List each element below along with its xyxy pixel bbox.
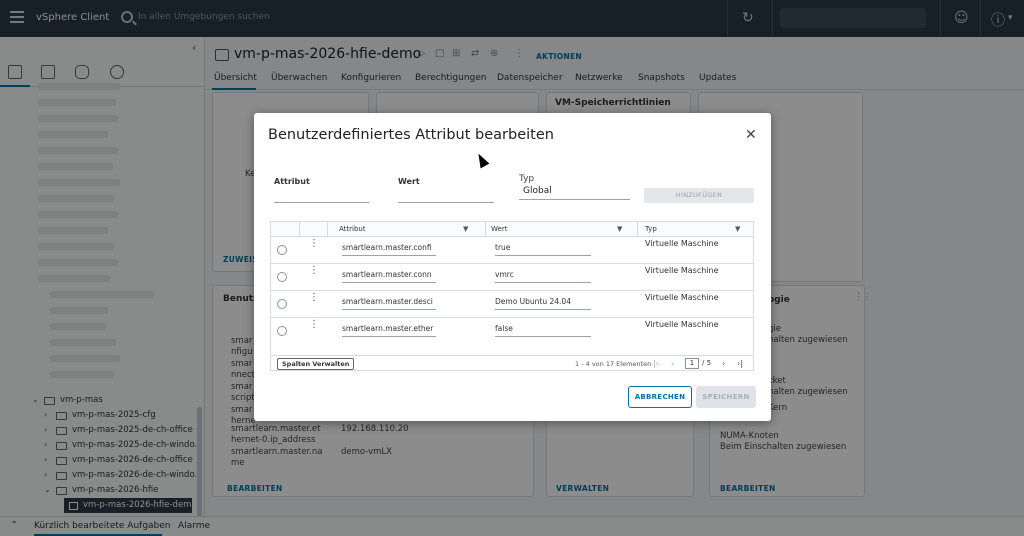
filter-icon[interactable]: ▼	[735, 225, 740, 233]
page-number-input[interactable]: 1	[685, 358, 699, 369]
column-divider	[299, 222, 300, 237]
value-input[interactable]	[398, 202, 494, 203]
row-value-field[interactable]: vmrc	[495, 270, 591, 283]
column-header-attribute[interactable]: Attribut	[339, 225, 366, 233]
filter-icon[interactable]: ▼	[617, 225, 622, 233]
column-header-type[interactable]: Typ	[645, 225, 657, 233]
row-value-field[interactable]: true	[495, 243, 591, 256]
row-value-field[interactable]: false	[495, 324, 591, 337]
dialog-title: Benutzerdefiniertes Attribut bearbeiten	[268, 127, 554, 143]
row-radio[interactable]	[277, 272, 287, 282]
type-select[interactable]	[519, 199, 630, 200]
value-label: Wert	[398, 177, 420, 186]
edit-custom-attribute-dialog: Benutzerdefiniertes Attribut bearbeiten …	[254, 113, 771, 421]
next-page-icon[interactable]: ›	[722, 359, 725, 368]
add-button[interactable]: HINZUFÜGEN	[644, 188, 754, 203]
row-type: Virtuelle Maschine	[645, 320, 719, 329]
grid-header: Attribut ▼ Wert ▼ Typ ▼	[271, 222, 753, 237]
column-divider	[327, 222, 328, 237]
row-attribute-field[interactable]: smartlearn.master.ether	[342, 324, 436, 337]
row-type: Virtuelle Maschine	[645, 266, 719, 275]
row-type: Virtuelle Maschine	[645, 239, 719, 248]
attribute-input[interactable]	[274, 202, 369, 203]
page-total: / 5	[702, 359, 712, 367]
row-attribute-field[interactable]: smartlearn.master.desci	[342, 297, 436, 310]
last-page-icon[interactable]: ›|	[737, 359, 743, 368]
table-row[interactable]: ⋮ smartlearn.master.desci Demo Ubuntu 24…	[271, 291, 753, 318]
row-actions-icon[interactable]: ⋮	[309, 320, 319, 330]
row-attribute-field[interactable]: smartlearn.master.conn	[342, 270, 436, 283]
type-label: Typ	[519, 174, 535, 184]
grid-footer: Spalten Verwalten 1 - 4 von 17 Elementen…	[271, 355, 753, 371]
attribute-grid: Attribut ▼ Wert ▼ Typ ▼ ⋮ smartlearn.mas…	[270, 221, 754, 371]
row-radio[interactable]	[277, 326, 287, 336]
first-page-icon[interactable]: |‹	[653, 359, 659, 368]
cancel-button[interactable]: ABBRECHEN	[628, 386, 692, 408]
column-header-value[interactable]: Wert	[491, 225, 507, 233]
row-actions-icon[interactable]: ⋮	[309, 239, 319, 249]
manage-columns-button[interactable]: Spalten Verwalten	[277, 358, 355, 370]
table-row[interactable]: ⋮ smartlearn.master.confi true Virtuelle…	[271, 237, 753, 264]
row-value-field[interactable]: Demo Ubuntu 24.04	[495, 297, 591, 310]
filter-icon[interactable]: ▼	[463, 225, 468, 233]
table-row[interactable]: ⋮ smartlearn.master.ether false Virtuell…	[271, 318, 753, 345]
close-icon[interactable]: ✕	[745, 127, 757, 143]
item-count: 1 - 4 von 17 Elementen	[575, 360, 652, 368]
row-type: Virtuelle Maschine	[645, 293, 719, 302]
row-attribute-field[interactable]: smartlearn.master.confi	[342, 243, 436, 256]
row-radio[interactable]	[277, 299, 287, 309]
row-actions-icon[interactable]: ⋮	[309, 293, 319, 303]
save-button[interactable]: SPEICHERN	[696, 386, 756, 408]
table-row[interactable]: ⋮ smartlearn.master.conn vmrc Virtuelle …	[271, 264, 753, 291]
row-radio[interactable]	[277, 245, 287, 255]
type-select-value[interactable]: Global	[523, 186, 552, 196]
prev-page-icon[interactable]: ‹	[671, 359, 674, 368]
attribute-label: Attribut	[274, 177, 310, 186]
column-divider	[637, 222, 638, 237]
row-actions-icon[interactable]: ⋮	[309, 266, 319, 276]
column-divider	[485, 222, 486, 237]
